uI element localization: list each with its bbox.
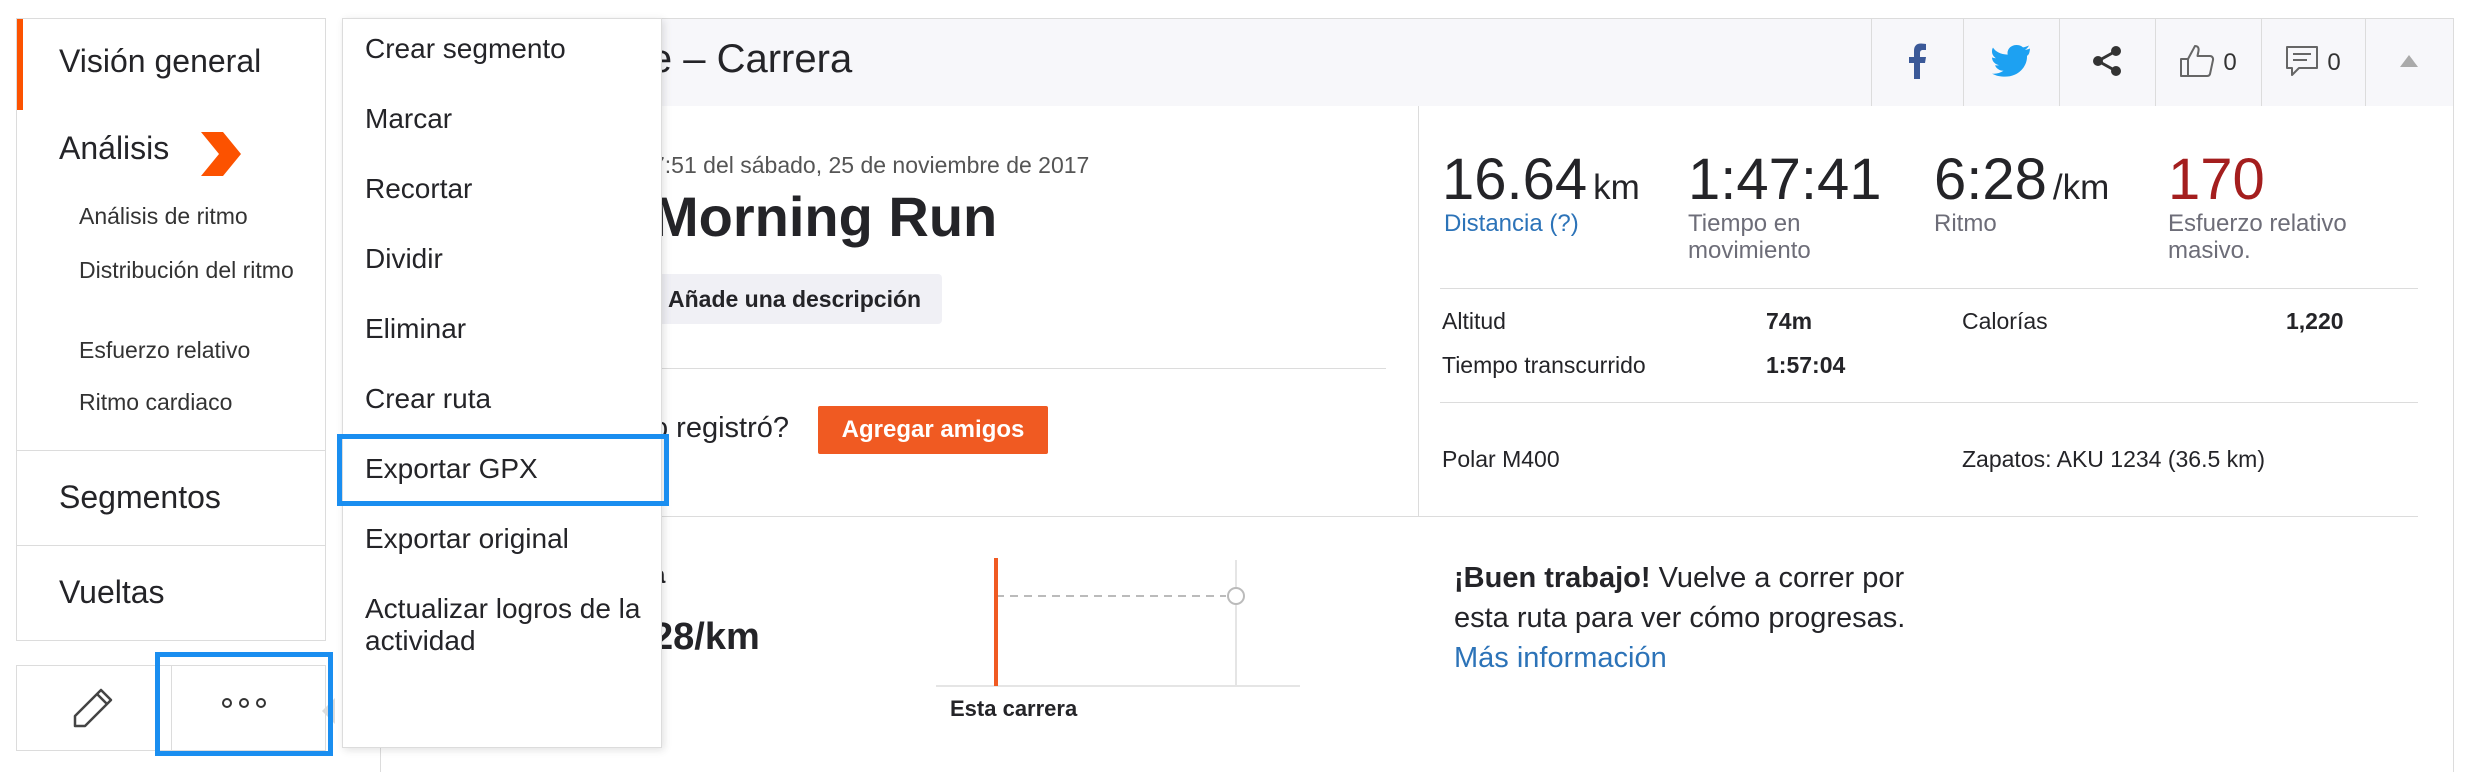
nav-analysis[interactable]: Análisis — [59, 130, 169, 167]
message-bold: ¡Buen trabajo! — [1454, 562, 1651, 594]
actions-dropdown-menu: Crear segmento Marcar Recortar Dividir E… — [342, 18, 662, 748]
device-name: Polar M400 — [1442, 446, 1560, 472]
relative-effort-value: 170 — [2168, 147, 2265, 212]
pencil-icon[interactable] — [71, 686, 115, 735]
share-button[interactable] — [2059, 19, 2155, 107]
distance-value: 16.64 km — [1442, 147, 1640, 212]
pace-value: 6:28/km — [1934, 147, 2110, 212]
nav-analysis-section: Análisis Análisis de ritmo Distribución … — [16, 110, 326, 450]
menu-item-split[interactable]: Dividir — [365, 243, 655, 275]
encouragement-message: ¡Buen trabajo! Vuelve a correr por esta … — [1454, 558, 1914, 678]
activity-date: 7:51 del sábado, 25 de noviembre de 2017 — [652, 152, 1090, 178]
pace-label: Ritmo — [1934, 210, 1997, 237]
nav-laps-label: Vueltas — [59, 574, 165, 610]
facebook-share-button[interactable] — [1871, 19, 1963, 107]
menu-item-create-route[interactable]: Crear ruta — [365, 383, 655, 415]
menu-item-delete[interactable]: Eliminar — [365, 313, 655, 345]
elevation-label: Altitud — [1442, 308, 1506, 334]
nav-segments-label: Segmentos — [59, 479, 221, 515]
shoes-info: Zapatos: AKU 1234 (36.5 km) — [1962, 446, 2265, 472]
nav-laps[interactable]: Vueltas — [16, 545, 326, 641]
twitter-icon — [1992, 44, 2030, 82]
moving-time-label: Tiempo en movimiento — [1688, 210, 1811, 264]
comments-button[interactable]: 0 — [2261, 19, 2365, 107]
nav-heart-rate[interactable]: Ritmo cardiaco — [79, 388, 319, 416]
comments-count: 0 — [2327, 49, 2341, 76]
twitter-share-button[interactable] — [1963, 19, 2059, 107]
elapsed-time-label: Tiempo transcurrido — [1442, 352, 1646, 378]
caret-up-icon — [2400, 54, 2418, 72]
elevation-value: 74m — [1766, 308, 1813, 334]
menu-item-create-segment[interactable]: Crear segmento — [365, 33, 655, 65]
relative-effort-label: Esfuerzo relativo masivo. — [2168, 210, 2347, 264]
nav-pace-analysis[interactable]: Análisis de ritmo — [79, 202, 319, 230]
divider — [640, 368, 1386, 369]
menu-item-crop[interactable]: Recortar — [365, 173, 655, 205]
kudos-count: 0 — [2223, 49, 2237, 76]
export-gpx-highlight — [337, 434, 669, 506]
nav-overview[interactable]: Visión general — [16, 18, 326, 112]
add-friends-button[interactable]: Agregar amigos — [818, 406, 1048, 454]
distance-label-link[interactable]: Distancia (?) — [1444, 210, 1644, 237]
menu-item-flag[interactable]: Marcar — [365, 103, 655, 135]
elapsed-time-value: 1:57:04 — [1766, 352, 1846, 378]
active-indicator — [17, 19, 23, 111]
calories-value: 1,220 — [2286, 308, 2344, 334]
more-button-highlight — [155, 652, 333, 756]
chart-caption: Esta carrera — [950, 696, 1078, 721]
activity-header: zie – Carrera 0 0 — [380, 18, 2454, 108]
nav-pace-distribution[interactable]: Distribución del ritmo — [79, 256, 319, 284]
comment-icon — [2285, 45, 2319, 82]
divider — [1418, 106, 1419, 516]
divider — [1440, 402, 2418, 403]
divider — [1440, 288, 2418, 289]
nav-segments[interactable]: Segmentos — [16, 450, 326, 546]
more-info-link[interactable]: Más información — [1454, 642, 1667, 674]
divider — [380, 516, 2418, 517]
activity-title: Morning Run — [652, 185, 998, 248]
nav-relative-effort[interactable]: Esfuerzo relativo — [79, 336, 319, 364]
kudos-button[interactable]: 0 — [2155, 19, 2261, 107]
calories-label: Calorías — [1962, 308, 2048, 334]
comparison-pace: 28/km — [652, 616, 760, 658]
add-description-button[interactable]: Añade una descripción — [644, 274, 942, 324]
friends-question: o registró? — [652, 412, 790, 444]
collapse-button[interactable] — [2365, 19, 2453, 107]
share-icon — [2091, 45, 2123, 82]
thumbs-up-icon — [2179, 44, 2215, 83]
menu-item-refresh-achievements[interactable]: Actualizar logros de la actividad — [365, 593, 655, 657]
moving-time-value: 1:47:41 — [1688, 147, 1882, 212]
chevron-right-icon — [201, 132, 241, 181]
nav-overview-label: Visión general — [59, 43, 262, 79]
facebook-icon — [1906, 43, 1928, 84]
menu-item-export-original[interactable]: Exportar original — [365, 523, 655, 555]
